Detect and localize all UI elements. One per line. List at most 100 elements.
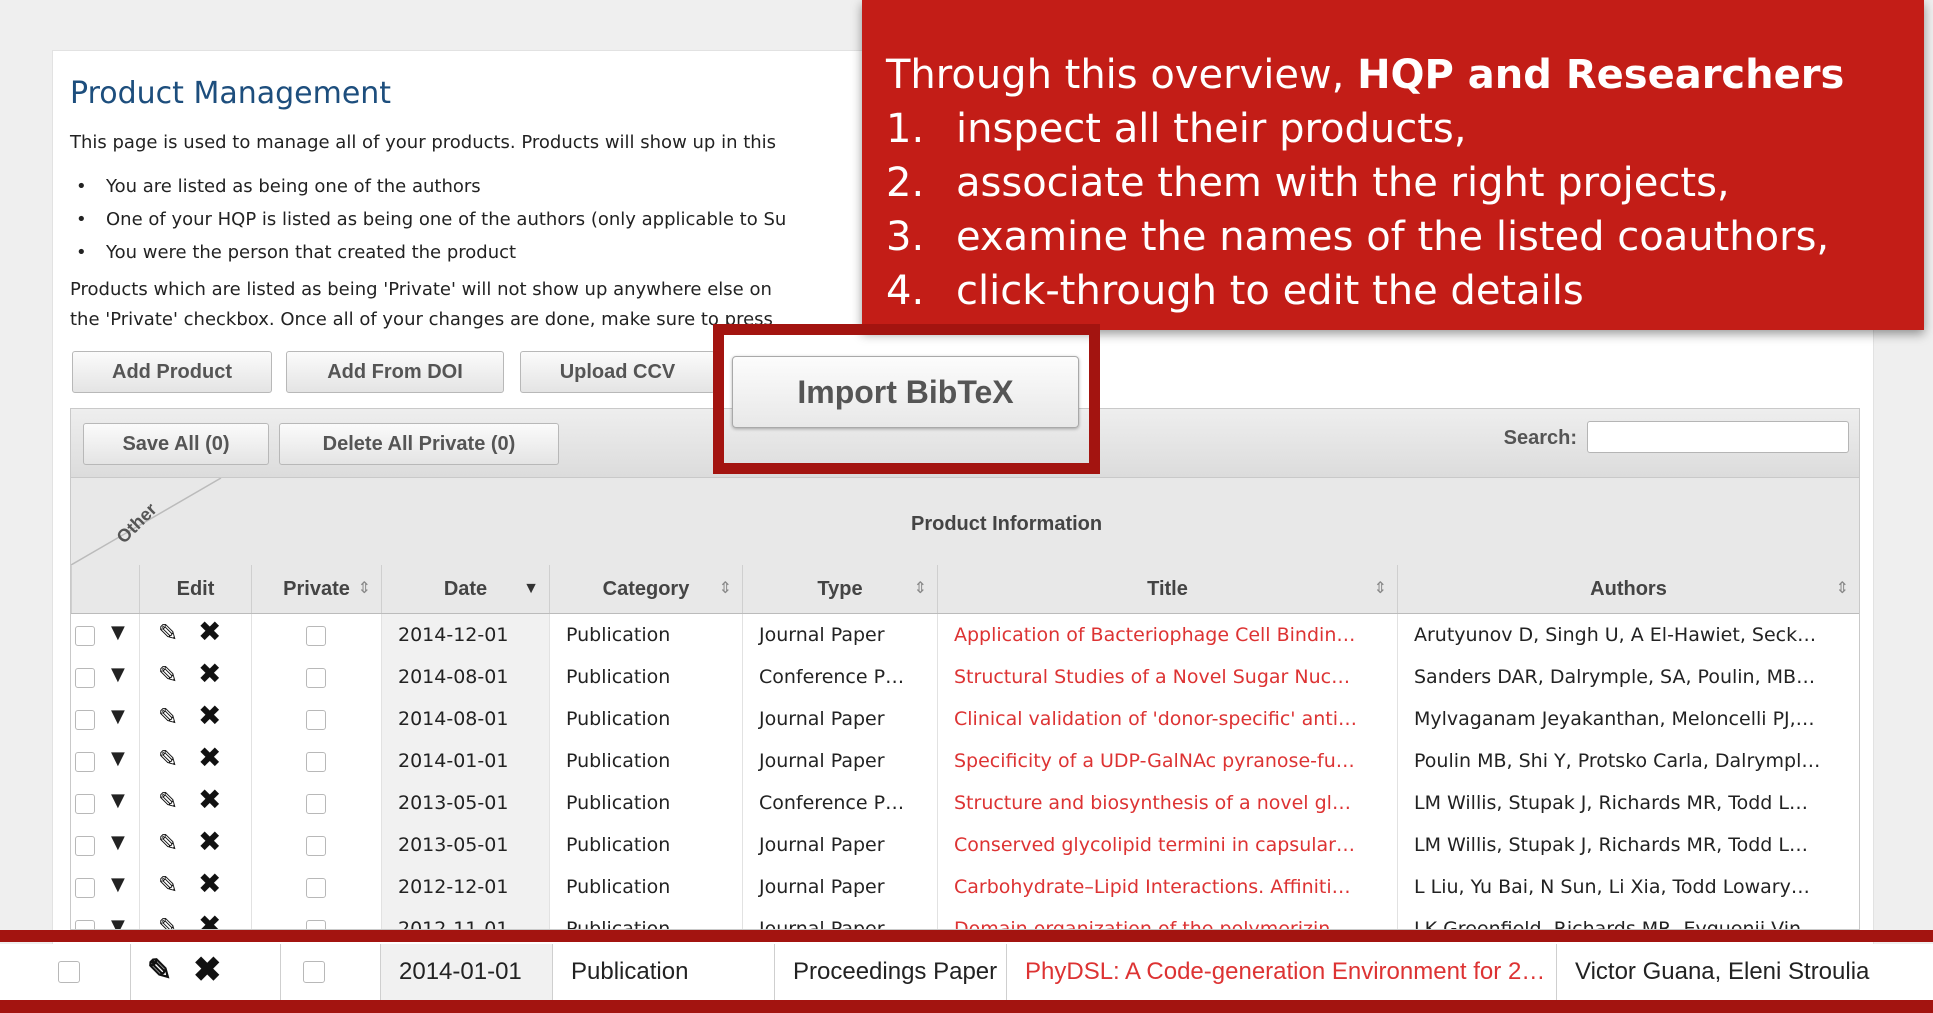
- delete-all-private-button[interactable]: Delete All Private (0): [279, 423, 559, 465]
- type-cell: Proceedings Paper: [774, 944, 1006, 1000]
- delete-icon[interactable]: ✖: [198, 656, 221, 695]
- delete-icon[interactable]: ✖: [198, 782, 221, 821]
- delete-icon[interactable]: ✖: [198, 908, 221, 929]
- category-cell: Publication: [549, 908, 742, 929]
- expand-row-icon[interactable]: ▼: [111, 866, 125, 906]
- edit-icon[interactable]: ✎: [158, 782, 178, 822]
- column-category[interactable]: Category ⇕: [549, 565, 742, 613]
- authors-cell: Sanders DAR, Dalrymple, SA, Poulin, MB…: [1397, 656, 1859, 698]
- expand-row-icon[interactable]: ▼: [111, 908, 125, 929]
- edit-icon[interactable]: ✎: [158, 656, 178, 696]
- type-cell: Journal Paper: [742, 614, 937, 656]
- page-intro: This page is used to manage all of your …: [70, 132, 777, 153]
- title-link[interactable]: PhyDSL: A Code-generation Environment fo…: [1006, 944, 1556, 1000]
- expand-row-icon[interactable]: ▼: [111, 656, 125, 696]
- add-product-button[interactable]: Add Product: [72, 351, 272, 393]
- private-checkbox[interactable]: [306, 878, 326, 898]
- criteria-item: One of your HQP is listed as being one o…: [70, 203, 786, 236]
- type-cell: Journal Paper: [742, 866, 937, 908]
- private-checkbox[interactable]: [306, 626, 326, 646]
- edit-icon[interactable]: ✎: [158, 866, 178, 906]
- delete-icon[interactable]: ✖: [198, 740, 221, 779]
- callout-item-text: associate them with the right projects,: [956, 160, 1730, 206]
- authors-cell: Mylvaganam Jeyakanthan, Meloncelli PJ,…: [1397, 698, 1859, 740]
- private-cell: [251, 614, 381, 656]
- table-row: ▼ ✎ ✖ 2012-12-01 Publication Journal Paper Car…: [71, 866, 1859, 909]
- column-date[interactable]: Date ▼: [381, 565, 549, 613]
- date-cell: 2014-12-01: [381, 614, 549, 656]
- column-select: [71, 565, 139, 613]
- column-edit: Edit: [139, 565, 251, 613]
- edit-icon[interactable]: ✎: [158, 908, 178, 929]
- search-input[interactable]: [1587, 421, 1849, 453]
- highlighted-table-row: ✎ ✖ 2014-01-01 Publication Proceedings P…: [0, 944, 1933, 1000]
- title-link[interactable]: Application of Bacteriophage Cell Bindin…: [937, 614, 1397, 656]
- title-link[interactable]: Structure and biosynthesis of a novel gl…: [937, 782, 1397, 824]
- sort-icon: ⇕: [357, 580, 371, 597]
- highlight-bar-bottom: [0, 1000, 1933, 1013]
- save-all-button[interactable]: Save All (0): [83, 423, 269, 465]
- category-cell: Publication: [549, 740, 742, 782]
- add-from-doi-button[interactable]: Add From DOI: [286, 351, 504, 393]
- expand-row-icon[interactable]: ▼: [111, 740, 125, 780]
- private-checkbox[interactable]: [306, 794, 326, 814]
- select-checkbox[interactable]: [75, 920, 95, 929]
- column-private[interactable]: Private ⇕: [251, 565, 381, 613]
- column-title[interactable]: Title ⇕: [937, 565, 1397, 613]
- title-link[interactable]: Domain organization of the polymerizin…: [937, 908, 1397, 929]
- edit-icon[interactable]: ✎: [158, 824, 178, 864]
- expand-row-icon[interactable]: ▼: [111, 824, 125, 864]
- delete-icon[interactable]: ✖: [193, 944, 222, 998]
- table-row: ▼ ✎ ✖ 2014-08-01 Publication Journal Paper Cli…: [71, 698, 1859, 741]
- expand-row-icon[interactable]: ▼: [111, 614, 125, 654]
- date-cell: 2012-11-01: [381, 908, 549, 929]
- select-checkbox[interactable]: [75, 836, 95, 856]
- edit-cell: ✎ ✖: [139, 908, 251, 929]
- edit-icon[interactable]: ✎: [158, 698, 178, 738]
- delete-icon[interactable]: ✖: [198, 698, 221, 737]
- column-type[interactable]: Type ⇕: [742, 565, 937, 613]
- private-checkbox[interactable]: [303, 961, 325, 983]
- select-checkbox[interactable]: [75, 668, 95, 688]
- edit-icon[interactable]: ✎: [147, 944, 172, 999]
- select-checkbox[interactable]: [75, 878, 95, 898]
- private-checkbox[interactable]: [306, 668, 326, 688]
- criteria-item: You are listed as being one of the autho…: [70, 170, 786, 203]
- column-title-label: Title: [1147, 578, 1188, 600]
- table-row: ▼ ✎ ✖ 2013-05-01 Publication Conference P… Str…: [71, 782, 1859, 825]
- column-authors[interactable]: Authors ⇕: [1397, 565, 1859, 613]
- private-checkbox[interactable]: [306, 710, 326, 730]
- delete-icon[interactable]: ✖: [198, 866, 221, 905]
- select-cell: ▼: [71, 824, 139, 866]
- date-cell: 2013-05-01: [381, 782, 549, 824]
- expand-row-icon[interactable]: ▼: [111, 782, 125, 822]
- date-cell: 2013-05-01: [381, 824, 549, 866]
- expand-row-icon[interactable]: ▼: [111, 698, 125, 738]
- private-checkbox[interactable]: [306, 836, 326, 856]
- products-table: Save All (0) Delete All Private (0) Sear…: [70, 408, 1860, 930]
- date-cell: 2012-12-01: [381, 866, 549, 908]
- select-cell: ▼: [71, 614, 139, 656]
- delete-icon[interactable]: ✖: [198, 824, 221, 863]
- title-link[interactable]: Clinical validation of 'donor-specific' …: [937, 698, 1397, 740]
- column-type-label: Type: [817, 578, 863, 600]
- title-link[interactable]: Carbohydrate–Lipid Interactions. Affinit…: [937, 866, 1397, 908]
- private-checkbox[interactable]: [306, 920, 326, 929]
- upload-ccv-button[interactable]: Upload CCV: [520, 351, 715, 393]
- title-link[interactable]: Conserved glycolipid termini in capsular…: [937, 824, 1397, 866]
- category-cell: Publication: [549, 782, 742, 824]
- select-cell: ▼: [71, 740, 139, 782]
- select-checkbox[interactable]: [58, 961, 80, 983]
- title-link[interactable]: Specificity of a UDP-GalNAc pyranose-fu…: [937, 740, 1397, 782]
- title-link[interactable]: Structural Studies of a Novel Sugar Nuc…: [937, 656, 1397, 698]
- private-checkbox[interactable]: [306, 752, 326, 772]
- edit-icon[interactable]: ✎: [158, 614, 178, 654]
- edit-icon[interactable]: ✎: [158, 740, 178, 780]
- select-checkbox[interactable]: [75, 710, 95, 730]
- select-checkbox[interactable]: [75, 794, 95, 814]
- select-checkbox[interactable]: [75, 626, 95, 646]
- import-bibtex-button[interactable]: Import BibTeX: [732, 356, 1079, 428]
- delete-icon[interactable]: ✖: [198, 614, 221, 653]
- date-cell: 2014-08-01: [381, 698, 549, 740]
- select-checkbox[interactable]: [75, 752, 95, 772]
